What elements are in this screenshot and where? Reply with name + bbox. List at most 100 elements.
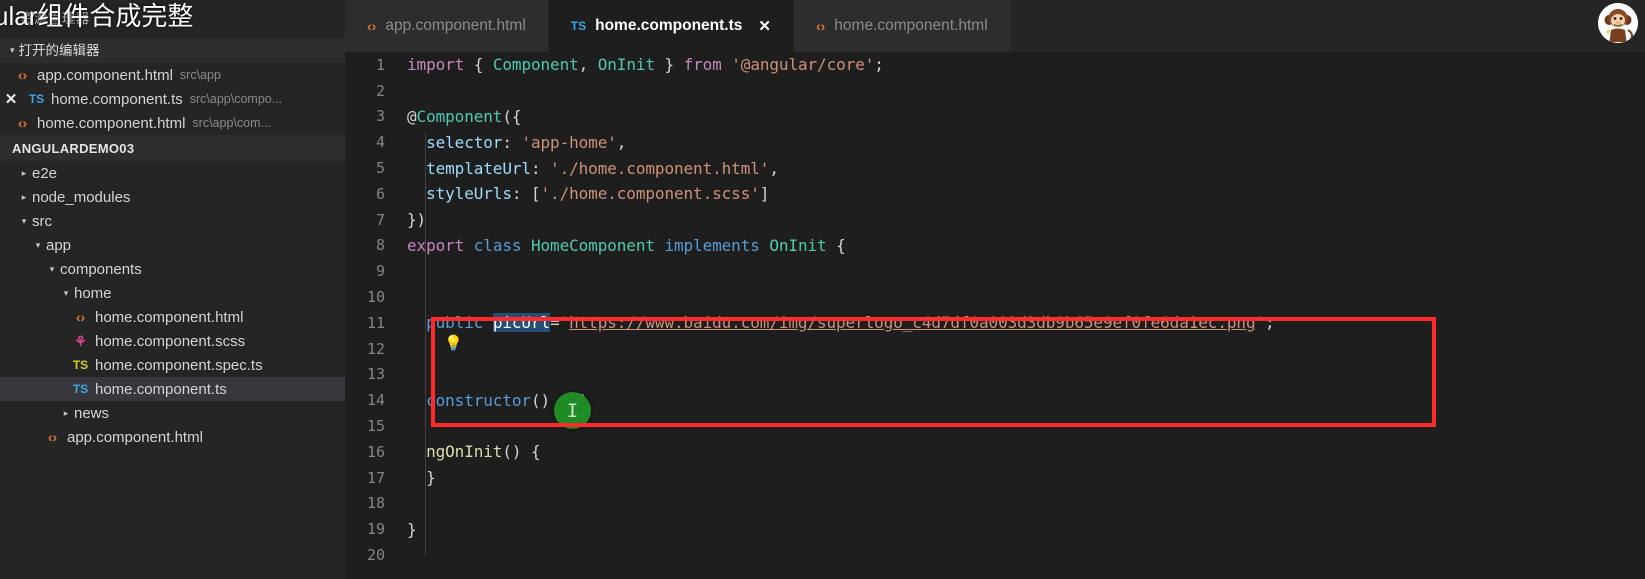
line-number: 3 — [375, 107, 385, 126]
line-number: 14 — [366, 391, 385, 410]
code-viewport[interactable]: 1 import { Component, OnInit } from '@ang… — [345, 52, 1645, 579]
tree-file-home.component.ts[interactable]: TS home.component.ts — [0, 377, 345, 401]
chevron-right-icon: ▸ — [21, 191, 27, 202]
vscode-window: 资源管理器 ▾ 打开的编辑器 ‹› app.component.html src\a… — [0, 0, 1645, 579]
tree-item-label: home.component.html — [95, 308, 244, 326]
tree-file-home.component.spec.ts[interactable]: TS home.component.spec.ts — [0, 353, 345, 377]
code-lines: 1 import { Component, OnInit } from '@ang… — [345, 52, 1645, 568]
code-line: 12 — [345, 336, 1645, 362]
editor-tab-label: home.component.ts — [595, 17, 743, 34]
tree-file-home.component.scss[interactable]: ⚘ home.component.scss — [0, 329, 345, 353]
indent-guide — [425, 134, 426, 554]
tree-folder-node_modules[interactable]: ▸ node_modules — [0, 185, 345, 209]
explorer-sidebar: 资源管理器 ▾ 打开的编辑器 ‹› app.component.html src\a… — [0, 0, 345, 579]
chevron-down-icon: ▾ — [21, 215, 27, 226]
open-editor-item[interactable]: ‹› home.component.html src\app\com... — [0, 111, 345, 135]
file-tree: ▸ e2e ▸ node_modules ▾ src ▾ app ▾ components ▾ hom… — [0, 161, 345, 449]
html-icon: ‹› — [815, 18, 826, 34]
code-line-text: styleUrls: ['./home.component.scss'] — [426, 184, 770, 204]
ts-icon: TS — [570, 19, 587, 33]
ts-spec-icon: TS — [72, 358, 89, 372]
open-editor-item[interactable]: ✕ TS home.component.ts src\app\compo... — [0, 87, 345, 111]
line-number: 17 — [366, 468, 385, 487]
chevron-right-icon: ▸ — [21, 167, 27, 178]
text-cursor-icon: I — [554, 392, 591, 429]
tree-folder-src[interactable]: ▾ src — [0, 209, 345, 233]
code-line: 9 — [345, 258, 1645, 284]
html-icon: ‹› — [367, 18, 377, 34]
tree-item-label: app — [46, 236, 72, 254]
code-line: 18 — [345, 491, 1645, 517]
tree-item-label: app.component.html — [67, 428, 203, 446]
code-line-text: templateUrl: './home.component.html', — [426, 158, 779, 178]
tree-item-label: home.component.scss — [95, 332, 246, 350]
editor-tab-label: home.component.html — [834, 17, 988, 34]
html-icon: ‹› — [17, 115, 28, 131]
open-editor-name: home.component.html — [37, 114, 186, 132]
tree-item-label: home — [74, 284, 112, 302]
editor-tab-home.component.html[interactable]: ‹› home.component.html — [793, 0, 1011, 52]
cursor-badge-glyph: I — [566, 399, 579, 422]
tree-folder-home[interactable]: ▾ home — [0, 281, 345, 305]
tree-folder-app[interactable]: ▾ app — [0, 233, 345, 257]
line-number: 18 — [366, 494, 385, 513]
line-number: 6 — [375, 184, 385, 203]
tree-item-label: node_modules — [32, 188, 131, 206]
code-line-text: }) — [407, 210, 427, 230]
line-number: 2 — [375, 81, 385, 100]
project-name: ANGULARDEMO03 — [12, 140, 135, 156]
line-number: 12 — [366, 339, 385, 358]
code-line: 11 public picUrl='https://www.baidu.com/… — [345, 310, 1645, 336]
close-icon[interactable]: ✕ — [758, 17, 771, 35]
url-link[interactable]: https://www.baidu.com/img/superlogo_c4d7… — [569, 313, 1255, 332]
code-line-text: ngOnInit() { — [426, 442, 541, 462]
editor-tab-app.component.html[interactable]: ‹› app.component.html — [345, 0, 549, 52]
code-line: 14 constructor() { } — [345, 387, 1645, 413]
code-line: 20 — [345, 542, 1645, 568]
ts-icon: TS — [72, 382, 89, 396]
tree-folder-e2e[interactable]: ▸ e2e — [0, 161, 345, 185]
tree-item-label: home.component.ts — [95, 380, 227, 398]
code-line-text: export class HomeComponent implements On… — [407, 235, 846, 255]
open-editors-list: ‹› app.component.html src\app ✕ TS home.compo… — [0, 63, 345, 135]
tree-file-app.component.html[interactable]: ‹› app.component.html — [0, 425, 345, 449]
code-line-text: @Component({ — [407, 106, 522, 126]
open-editor-item[interactable]: ‹› app.component.html src\app — [0, 63, 345, 87]
open-editors-section-header[interactable]: ▾ 打开的编辑器 — [0, 38, 345, 63]
project-root-header[interactable]: ANGULARDEMO03 — [0, 135, 345, 161]
open-editor-path: src\app — [179, 68, 221, 82]
tree-item-label: src — [32, 212, 52, 230]
line-number: 5 — [375, 159, 385, 178]
scss-icon: ⚘ — [74, 332, 87, 349]
lightbulb-icon[interactable]: 💡 — [444, 334, 463, 352]
code-line: 3 @Component({ — [345, 104, 1645, 130]
avatar — [1598, 3, 1638, 43]
editor-tab-home.component.ts[interactable]: TS home.component.ts ✕ — [548, 0, 794, 52]
code-line: 1 import { Component, OnInit } from '@ang… — [345, 52, 1645, 78]
tree-item-label: e2e — [32, 164, 58, 182]
tree-item-label: components — [60, 260, 142, 278]
line-number: 20 — [366, 546, 385, 565]
video-caption: ular组件合成完整 — [0, 1, 194, 31]
chevron-down-icon: ▾ — [63, 287, 69, 298]
tree-file-home.component.html[interactable]: ‹› home.component.html — [0, 305, 345, 329]
html-icon: ‹› — [75, 309, 86, 325]
code-line-text: import { Component, OnInit } from '@angu… — [407, 55, 884, 75]
editor-tab-label: app.component.html — [385, 17, 526, 34]
line-number: 9 — [375, 262, 385, 281]
tree-folder-components[interactable]: ▾ components — [0, 257, 345, 281]
chevron-down-icon: ▾ — [10, 45, 15, 55]
line-number: 19 — [366, 520, 385, 539]
code-line: 15 — [345, 413, 1645, 439]
tree-folder-news[interactable]: ▸ news — [0, 401, 345, 425]
selected-token: picUrl — [492, 313, 551, 333]
code-line-text: public picUrl='https://www.baidu.com/img… — [426, 313, 1275, 333]
code-line: 13 — [345, 362, 1645, 388]
code-line: 5 templateUrl: './home.component.html', — [345, 155, 1645, 181]
line-number: 1 — [375, 55, 385, 74]
code-line: 19} — [345, 516, 1645, 542]
code-line: 4 selector: 'app-home', — [345, 129, 1645, 155]
close-icon[interactable]: ✕ — [0, 90, 22, 108]
editor-area: ‹› app.component.html TS home.component.ts ✕… — [345, 0, 1645, 579]
code-line: 10 — [345, 284, 1645, 310]
